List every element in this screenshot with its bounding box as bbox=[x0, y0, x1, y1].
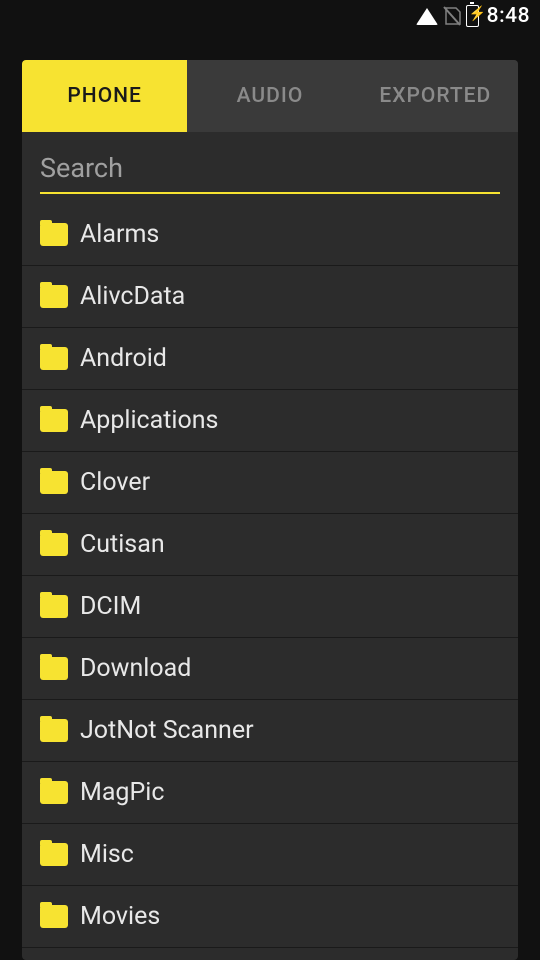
folder-name: MagPic bbox=[80, 778, 164, 807]
list-item[interactable]: Misc bbox=[22, 824, 518, 886]
list-item[interactable]: Applications bbox=[22, 390, 518, 452]
no-sim-icon bbox=[443, 6, 461, 26]
tab-label: EXPORTED bbox=[379, 84, 491, 108]
list-item[interactable]: Clover bbox=[22, 452, 518, 514]
tabs-container: PHONE AUDIO EXPORTED bbox=[22, 60, 518, 132]
list-item[interactable]: Android bbox=[22, 328, 518, 390]
folder-name: Clover bbox=[80, 468, 150, 497]
tab-label: PHONE bbox=[67, 84, 142, 108]
folder-icon bbox=[40, 657, 68, 680]
folder-name: JotNot Scanner bbox=[80, 716, 254, 745]
folder-icon bbox=[40, 471, 68, 494]
battery-charging-icon: ⚡ bbox=[466, 5, 479, 27]
tab-phone[interactable]: PHONE bbox=[22, 60, 187, 132]
tab-audio[interactable]: AUDIO bbox=[187, 60, 352, 132]
folder-icon bbox=[40, 285, 68, 308]
main-panel: PHONE AUDIO EXPORTED Alarms AlivcData An… bbox=[22, 60, 518, 960]
status-icons: ⚡ 8:48 bbox=[416, 4, 530, 28]
list-item[interactable]: MagPic bbox=[22, 762, 518, 824]
status-bar: ⚡ 8:48 bbox=[0, 0, 540, 32]
list-item[interactable]: DCIM bbox=[22, 576, 518, 638]
status-time: 8:48 bbox=[487, 4, 530, 28]
tab-exported[interactable]: EXPORTED bbox=[353, 60, 518, 132]
folder-icon bbox=[40, 719, 68, 742]
wifi-icon bbox=[416, 8, 438, 25]
search-container bbox=[22, 132, 518, 194]
folder-list[interactable]: Alarms AlivcData Android Applications Cl… bbox=[22, 204, 518, 960]
list-item[interactable]: Movies bbox=[22, 886, 518, 948]
folder-icon bbox=[40, 223, 68, 246]
folder-name: Misc bbox=[80, 840, 134, 869]
folder-icon bbox=[40, 533, 68, 556]
folder-name: Movies bbox=[80, 902, 160, 931]
folder-icon bbox=[40, 781, 68, 804]
folder-icon bbox=[40, 843, 68, 866]
folder-icon bbox=[40, 905, 68, 928]
folder-icon bbox=[40, 347, 68, 370]
folder-name: Cutisan bbox=[80, 530, 165, 559]
list-item[interactable]: Cutisan bbox=[22, 514, 518, 576]
folder-icon bbox=[40, 409, 68, 432]
folder-name: Download bbox=[80, 654, 191, 683]
folder-icon bbox=[40, 595, 68, 618]
tab-label: AUDIO bbox=[237, 84, 304, 108]
folder-name: Android bbox=[80, 344, 167, 373]
list-item[interactable]: Download bbox=[22, 638, 518, 700]
folder-name: Alarms bbox=[80, 220, 159, 249]
folder-name: DCIM bbox=[80, 592, 141, 621]
folder-name: AlivcData bbox=[80, 282, 185, 311]
list-item[interactable]: AlivcData bbox=[22, 266, 518, 328]
folder-name: Applications bbox=[80, 406, 218, 435]
list-item[interactable]: JotNot Scanner bbox=[22, 700, 518, 762]
search-input[interactable] bbox=[40, 146, 500, 194]
list-item[interactable]: Alarms bbox=[22, 204, 518, 266]
